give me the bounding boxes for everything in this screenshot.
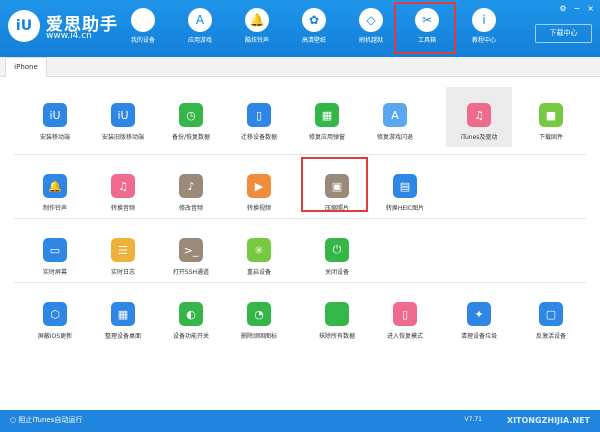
tool-convert-video[interactable]: ▶ 转换视频 (226, 158, 292, 218)
info-icon: i (472, 8, 496, 32)
site-watermark: XITONGZHIJIA.NET (506, 416, 590, 425)
restart-icon: ✳ (247, 238, 271, 262)
apple-icon (131, 8, 155, 32)
nav-my-device[interactable]: 我的设备 (115, 0, 171, 57)
bell-icon: 🔔 (245, 8, 269, 32)
tool-edit-audio[interactable]: ♪ 修改音频 (158, 158, 224, 218)
toolbox-grid: iU 安装移动端 iU 安装旧版移动端 ◷ 备份/恢复数据 ▯ 迁移设备数据 ▦ 修复应用… (0, 77, 600, 407)
i4-old-icon: iU (111, 103, 135, 127)
top-header: iU 爱思助手 www.i4.cn 我的设备 A 应用游戏 🔔 酷炫铃声 ✿ 高… (0, 0, 600, 57)
tool-restart-device[interactable]: ✳ 重启设备 (226, 222, 292, 282)
tool-migrate-data[interactable]: ▯ 迁移设备数据 (226, 87, 292, 147)
tool-erase-all-data[interactable]: 抹除所有数据 (304, 286, 370, 346)
compress-photo-highlight-box (301, 157, 368, 212)
tool-fix-popup[interactable]: ▦ 修复应用弹窗 (294, 87, 360, 147)
apple-erase-icon (325, 302, 349, 326)
play-icon: ▶ (247, 174, 271, 198)
power-icon: ⏻ (325, 238, 349, 262)
itunes-icon: ♫ (467, 103, 491, 127)
nav-apps-games[interactable]: A 应用游戏 (172, 0, 228, 57)
minimize-icon[interactable]: − (574, 4, 581, 13)
tool-recovery-mode[interactable]: ▯ 进入恢复模式 (372, 286, 438, 346)
device-lock-icon: ▢ (539, 302, 563, 326)
tool-live-log[interactable]: ☰ 实时日志 (90, 222, 156, 282)
tool-live-screen[interactable]: ▭ 实时屏幕 (22, 222, 88, 282)
app-store-icon: A (188, 8, 212, 32)
itunes-autorun-toggle[interactable]: ○ 阻止iTunes自动运行 (10, 415, 82, 425)
version-label: V7.71 (464, 416, 482, 423)
heic-image-icon: ▤ (393, 174, 417, 198)
tool-arrange-desktop[interactable]: ▦ 整理设备桌面 (90, 286, 156, 346)
tab-iphone[interactable]: iPhone (5, 57, 47, 77)
box-icon: ■ (539, 103, 563, 127)
close-icon[interactable]: × (587, 4, 594, 13)
toggle-icon: ◐ (179, 302, 203, 326)
pie-icon: ◔ (247, 302, 271, 326)
divider-row-1 (14, 154, 586, 155)
download-center-button[interactable]: 下载中心 (535, 24, 592, 43)
shield-update-icon: ⬡ (43, 302, 67, 326)
broom-icon: ✦ (467, 302, 491, 326)
tool-convert-audio[interactable]: ♫ 转换音频 (90, 158, 156, 218)
tool-clean-junk[interactable]: ✦ 清理设备垃圾 (446, 286, 512, 346)
audio-edit-icon: ♪ (179, 174, 203, 198)
window-controls: ⚙ − × (559, 4, 594, 13)
phone-transfer-icon: ▯ (247, 103, 271, 127)
toolbox-highlight-box (394, 2, 456, 54)
divider-row-2 (14, 218, 586, 219)
status-footer: ○ 阻止iTunes自动运行 V7.71 XITONGZHIJIA.NET (0, 410, 600, 432)
phone-icon: ▯ (393, 302, 417, 326)
tool-shutdown-device[interactable]: ⏻ 关闭设备 (304, 222, 370, 282)
tool-open-ssh[interactable]: >_ 打开SSH通道 (158, 222, 224, 282)
tool-download-firmware[interactable]: ■ 下载固件 (518, 87, 584, 147)
terminal-icon: >_ (179, 238, 203, 262)
nav-ringtones[interactable]: 🔔 酷炫铃声 (229, 0, 285, 57)
tool-convert-heic[interactable]: ▤ 转换HEIC图片 (372, 158, 438, 218)
device-tabbar: iPhone (0, 57, 600, 77)
app-store-icon: A (383, 103, 407, 127)
grid-icon: ▦ (111, 302, 135, 326)
tool-block-ios-update[interactable]: ⬡ 屏蔽iOS更新 (22, 286, 88, 346)
tool-install-old-mobile[interactable]: iU 安装旧版移动端 (90, 87, 156, 147)
document-icon: ☰ (111, 238, 135, 262)
tool-install-mobile[interactable]: iU 安装移动端 (22, 87, 88, 147)
tool-deactivate-device[interactable]: ▢ 反激活设备 (518, 286, 584, 346)
tool-feature-switches[interactable]: ◐ 设备功能开关 (158, 286, 224, 346)
tool-fix-crash[interactable]: A 修复游戏闪退 (362, 87, 428, 147)
dropbox-icon: ◇ (359, 8, 383, 32)
bell-icon: 🔔 (43, 174, 67, 198)
nav-wallpapers[interactable]: ✿ 高清壁纸 (286, 0, 342, 57)
music-icon: ♫ (111, 174, 135, 198)
monitor-icon: ▭ (43, 238, 67, 262)
divider-row-3 (14, 282, 586, 283)
tool-backup-restore[interactable]: ◷ 备份/恢复数据 (158, 87, 224, 147)
flower-icon: ✿ (302, 8, 326, 32)
app-url: www.i4.cn (46, 31, 92, 41)
i4-logo-icon: iU (8, 10, 40, 42)
tool-itunes-driver[interactable]: ♫ iTunes及驱动 (446, 87, 512, 147)
settings-icon[interactable]: ⚙ (559, 4, 566, 13)
tool-make-ringtone[interactable]: 🔔 制作铃声 (22, 158, 88, 218)
nav-tutorials[interactable]: i 教程中心 (456, 0, 512, 57)
nav-flash-jailbreak[interactable]: ◇ 刷机越狱 (343, 0, 399, 57)
tool-delete-stubborn-icons[interactable]: ◔ 删除顽固图标 (226, 286, 292, 346)
clock-icon: ◷ (179, 103, 203, 127)
apple-id-icon: ▦ (315, 103, 339, 127)
i4-icon: iU (43, 103, 67, 127)
